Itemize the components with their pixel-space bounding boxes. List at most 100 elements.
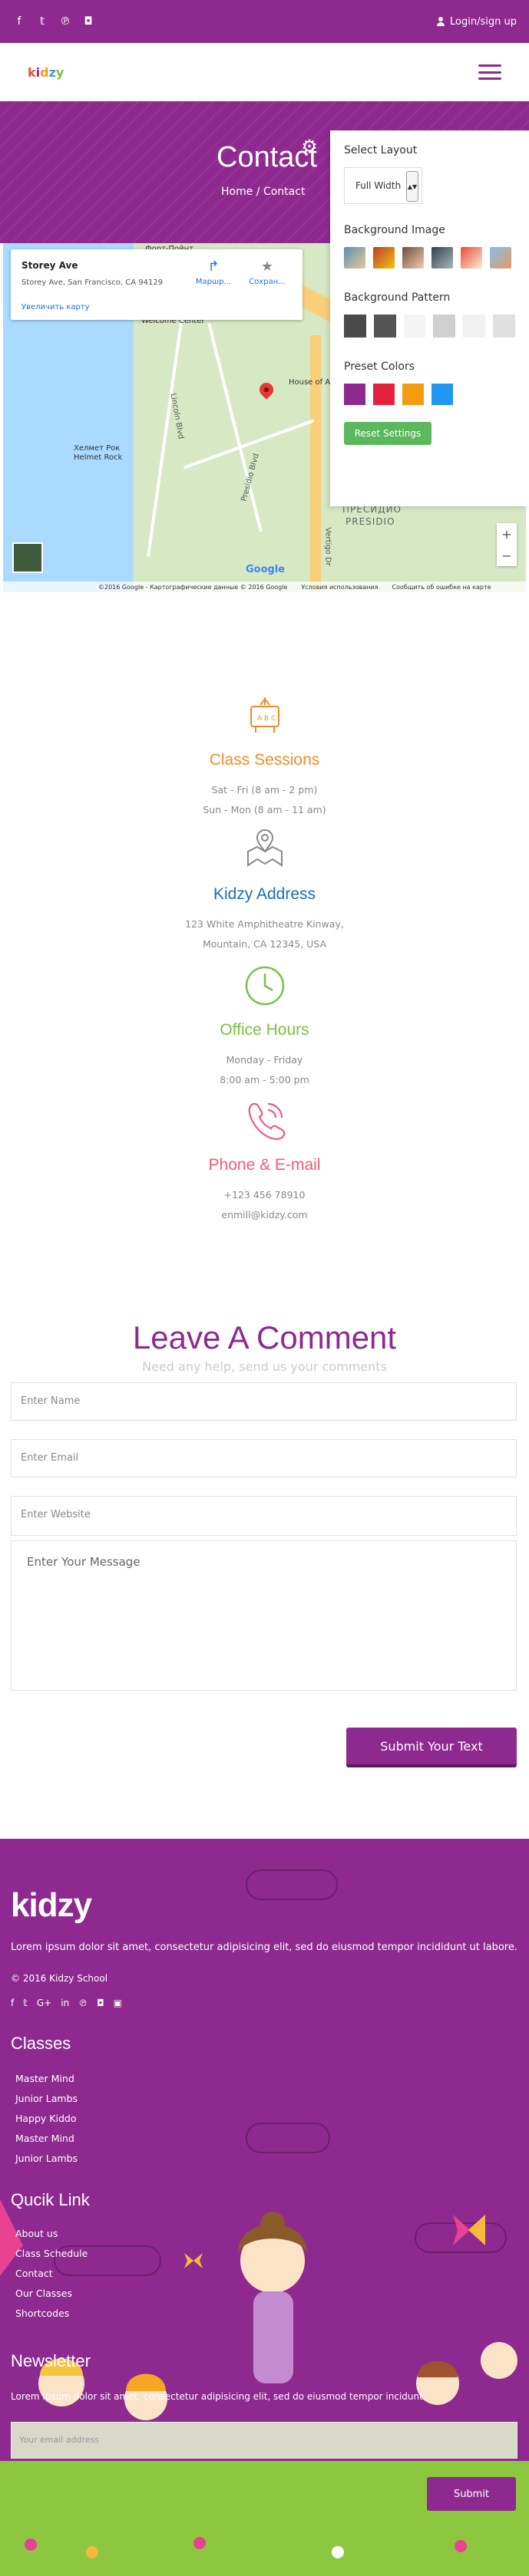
twitter-icon[interactable]: 𝕥	[35, 15, 49, 28]
preset-title: Preset Colors	[344, 361, 415, 373]
place-address: Storey Ave, San Francisco, CA 94129	[21, 278, 164, 287]
quick-link[interactable]: Contact	[15, 2264, 88, 2284]
minor-road	[183, 419, 315, 469]
info-line: 123 White Amphitheatre Kinway,	[185, 918, 344, 930]
class-link[interactable]: Junior Lambs	[15, 2089, 78, 2109]
save-place-button[interactable]: ★ Сохран...	[243, 259, 292, 286]
user-icon	[436, 17, 445, 26]
star-icon: ★	[260, 259, 274, 275]
enlarge-map-link[interactable]: Увеличить карту	[21, 303, 90, 311]
newsletter-submit-button[interactable]: Submit	[427, 2477, 516, 2511]
footer-copyright: © 2016 Kidzy School	[11, 1973, 108, 1984]
map-terms-link[interactable]: Условия использования	[301, 584, 378, 591]
sign-board-icon: A B C	[250, 697, 279, 733]
bg-image-title: Background Image	[344, 224, 445, 236]
phone-icon	[248, 1102, 285, 1140]
instagram-icon[interactable]: ◘	[81, 15, 95, 28]
bg-image-swatch[interactable]	[490, 247, 511, 268]
pattern-swatch[interactable]	[493, 315, 515, 338]
layout-value: Full Width	[355, 180, 402, 191]
zoom-control: + −	[497, 523, 517, 566]
message-field[interactable]: Enter Your Message	[11, 1540, 517, 1691]
vertigo-road	[310, 335, 321, 592]
footer-about: Lorem ipsum dolor sit amet, consectetur …	[11, 1942, 517, 1953]
site-footer: kidzy Lorem ipsum dolor sit amet, consec…	[0, 1839, 529, 2576]
menu-icon[interactable]	[478, 64, 501, 80]
presidio-road	[207, 322, 263, 532]
select-arrow-icon: ▲▼	[406, 171, 418, 202]
svg-text:A B C: A B C	[257, 715, 276, 723]
social-links: f 𝕥 ℗ ◘	[12, 15, 95, 28]
clock-icon	[245, 966, 284, 1006]
info-line: Mountain, CA 12345, USA	[202, 938, 326, 950]
quick-link[interactable]: About us	[15, 2224, 88, 2244]
pattern-swatch[interactable]	[373, 315, 396, 338]
map-footer: ©2016 Google - Картографические данные ©…	[3, 581, 526, 592]
layout-select[interactable]: Full Width ▲▼	[344, 167, 422, 204]
preset-color-swatch[interactable]	[431, 384, 453, 405]
flickr-icon[interactable]: ▣	[114, 1998, 122, 2008]
pattern-swatch[interactable]	[344, 315, 366, 338]
newsletter-email-input[interactable]: Your email address	[11, 2422, 517, 2459]
info-line: +123 456 78910	[223, 1189, 306, 1201]
pattern-swatch[interactable]	[403, 315, 426, 338]
preset-color-swatch[interactable]	[373, 384, 395, 405]
bg-image-swatch[interactable]	[373, 247, 395, 268]
info-line: Monday - Friday	[226, 1054, 303, 1066]
preset-color-swatch[interactable]	[344, 384, 365, 405]
quick-link[interactable]: Our Classes	[15, 2284, 88, 2304]
info-title: Phone & E-mail	[208, 1156, 321, 1174]
class-link[interactable]: Junior Lambs	[15, 2149, 78, 2169]
site-logo[interactable]: kidzy	[28, 65, 64, 80]
place-title: Storey Ave	[21, 260, 78, 271]
class-link[interactable]: Happy Kiddo	[15, 2109, 78, 2129]
pattern-swatch[interactable]	[433, 315, 456, 338]
google-logo: Google	[246, 564, 286, 575]
map-pin-icon[interactable]	[256, 380, 276, 400]
email-field[interactable]: Enter Email	[11, 1439, 517, 1477]
gear-icon[interactable]: ⚙	[299, 137, 319, 156]
satellite-toggle[interactable]	[12, 542, 43, 573]
email-placeholder: Enter Email	[21, 1452, 79, 1464]
top-bar: f 𝕥 ℗ ◘ Login/sign up	[0, 0, 529, 43]
submit-comment-button[interactable]: Submit Your Text	[346, 1728, 517, 1764]
style-settings-panel: Select Layout Full Width ▲▼ Background I…	[330, 130, 529, 506]
comment-title: Leave A Comment	[132, 1319, 397, 1356]
pattern-swatch[interactable]	[463, 315, 486, 338]
class-link[interactable]: Master Mind	[15, 2129, 78, 2149]
bg-image-swatch[interactable]	[431, 247, 453, 268]
facebook-icon[interactable]: f	[11, 1998, 14, 2008]
zoom-out-button[interactable]: −	[501, 548, 511, 563]
bg-pattern-options	[344, 315, 515, 338]
newsletter-text: Lorem ipsum dolor sit amet, consectetur …	[11, 2391, 426, 2402]
directions-button[interactable]: ↱ Маршр...	[189, 259, 238, 286]
breadcrumb: Home / Contact	[221, 186, 306, 198]
bg-image-swatch[interactable]	[402, 247, 424, 268]
bg-image-swatch[interactable]	[461, 247, 482, 268]
footer-social-links: f 𝕥 G+ in ℗ ◘ ▣	[11, 1998, 122, 2008]
zoom-in-button[interactable]: +	[501, 527, 511, 542]
instagram-icon[interactable]: ◘	[97, 1998, 104, 2008]
newsletter-title: Newsletter	[11, 2351, 91, 2370]
name-field[interactable]: Enter Name	[11, 1382, 517, 1421]
footer-logo[interactable]: kidzy	[11, 1886, 92, 1925]
cloud-decoration	[246, 1869, 338, 1900]
bg-image-swatch[interactable]	[344, 247, 365, 268]
twitter-icon[interactable]: 𝕥	[23, 1998, 28, 2008]
reset-settings-button[interactable]: Reset Settings	[344, 422, 431, 445]
preset-color-swatch[interactable]	[402, 384, 424, 405]
map-label: House of Air	[289, 378, 336, 387]
login-link[interactable]: Login/sign up	[436, 16, 517, 28]
login-label: Login/sign up	[450, 15, 517, 28]
pinterest-icon[interactable]: ℗	[78, 1998, 88, 2008]
map-report-link[interactable]: Сообщить об ошибке на карте	[392, 584, 491, 591]
class-link[interactable]: Master Mind	[15, 2069, 78, 2089]
pinterest-icon[interactable]: ℗	[58, 15, 72, 28]
google-plus-icon[interactable]: G+	[37, 1998, 51, 2008]
linkedin-icon[interactable]: in	[61, 1998, 69, 2008]
facebook-icon[interactable]: f	[12, 15, 26, 28]
info-line: enmill@kidzy.com	[221, 1209, 308, 1220]
quick-link[interactable]: Class Schedule	[15, 2244, 88, 2264]
website-field[interactable]: Enter Website	[11, 1496, 517, 1536]
quick-link[interactable]: Shortcodes	[15, 2304, 88, 2324]
